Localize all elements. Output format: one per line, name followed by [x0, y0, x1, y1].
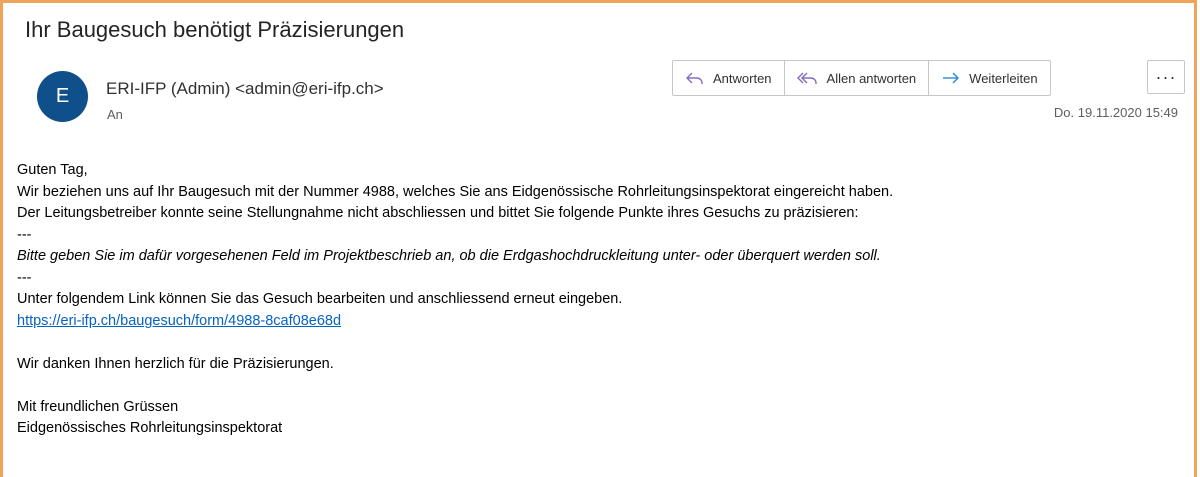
body-link-intro: Unter folgendem Link können Sie das Gesu… — [17, 291, 623, 307]
forward-icon — [941, 70, 961, 86]
body-line: Der Leitungsbetreiber konnte seine Stell… — [17, 205, 859, 221]
reply-button-label: Antworten — [713, 70, 772, 86]
forward-button-label: Weiterleiten — [969, 70, 1038, 86]
reply-icon — [685, 70, 705, 86]
body-signature: Eidgenössisches Rohrleitungsinspektorat — [17, 420, 283, 436]
body-separator: --- — [17, 269, 32, 286]
sender-avatar[interactable]: E — [37, 71, 88, 122]
reply-all-button[interactable]: Allen antworten — [785, 61, 930, 95]
body-request: Bitte geben Sie im dafür vorgesehenen Fe… — [17, 248, 881, 264]
email-subject: Ihr Baugesuch benötigt Präzisierungen — [25, 17, 405, 42]
email-reading-pane: Ihr Baugesuch benötigt Präzisierungen E … — [0, 0, 1197, 477]
reply-button[interactable]: Antworten — [673, 61, 785, 95]
body-line: Wir beziehen uns auf Ihr Baugesuch mit d… — [17, 183, 894, 200]
body-spacer — [17, 375, 1184, 397]
body-thanks: Wir danken Ihnen herzlich für die Präzis… — [17, 355, 334, 372]
message-actions-toolbar: Antworten Allen antworten Weiterleiten — [672, 60, 1051, 96]
body-separator: --- — [17, 226, 32, 243]
body-closing: Mit freundlichen Grüssen — [17, 398, 179, 415]
avatar-initial: E — [55, 85, 70, 107]
more-icon: ··· — [1155, 66, 1177, 87]
email-body: Guten Tag, Wir beziehen uns auf Ihr Baug… — [17, 160, 1184, 440]
form-link[interactable]: https://eri-ifp.ch/baugesuch/form/4988-8… — [17, 313, 341, 329]
recipient-label: An — [107, 107, 123, 122]
sender-name[interactable]: ERI-IFP (Admin) <admin@eri-ifp.ch> — [106, 79, 384, 99]
reply-all-icon — [796, 70, 819, 86]
received-date: Do. 19.11.2020 15:49 — [1053, 105, 1178, 120]
body-greeting: Guten Tag, — [17, 162, 88, 178]
reply-all-button-label: Allen antworten — [826, 70, 917, 86]
body-spacer — [17, 332, 1184, 354]
forward-button[interactable]: Weiterleiten — [929, 61, 1049, 95]
more-actions-button[interactable]: ··· — [1147, 60, 1185, 94]
